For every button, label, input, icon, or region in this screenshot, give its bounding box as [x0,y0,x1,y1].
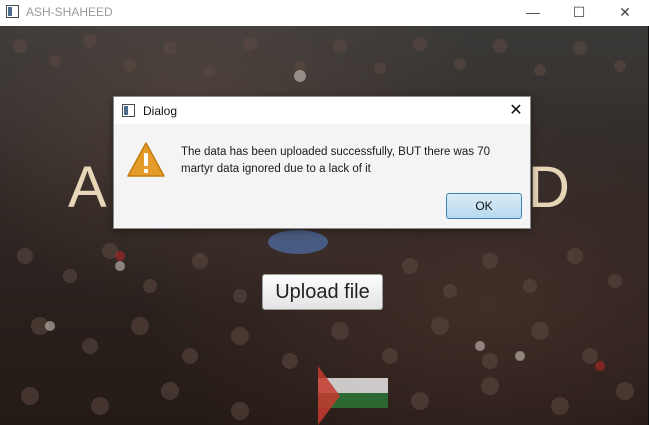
dialog-app-icon [122,104,135,117]
flag-icon [318,366,388,425]
warning-icon [127,142,165,177]
maximize-button[interactable]: ☐ [556,0,602,26]
heading-left-letter: A [68,155,107,220]
dialog-title: Dialog [143,104,178,118]
upload-file-button[interactable]: Upload file [262,274,383,310]
minimize-button[interactable]: — [510,0,556,26]
ok-button[interactable]: OK [446,193,522,219]
window-title: ASH-SHAHEED [26,5,113,19]
app-icon [6,5,19,18]
dialog-titlebar: Dialog ✕ [114,97,530,124]
dialog-close-button[interactable]: ✕ [502,98,530,124]
heading-right-letter: D [528,155,570,220]
main-titlebar: ASH-SHAHEED — ☐ ✕ [0,0,649,26]
dialog-message: The data has been uploaded successfully,… [181,146,490,175]
close-button[interactable]: ✕ [602,0,648,26]
alert-dialog: Dialog ✕ The data has been uploaded succ… [113,96,531,229]
